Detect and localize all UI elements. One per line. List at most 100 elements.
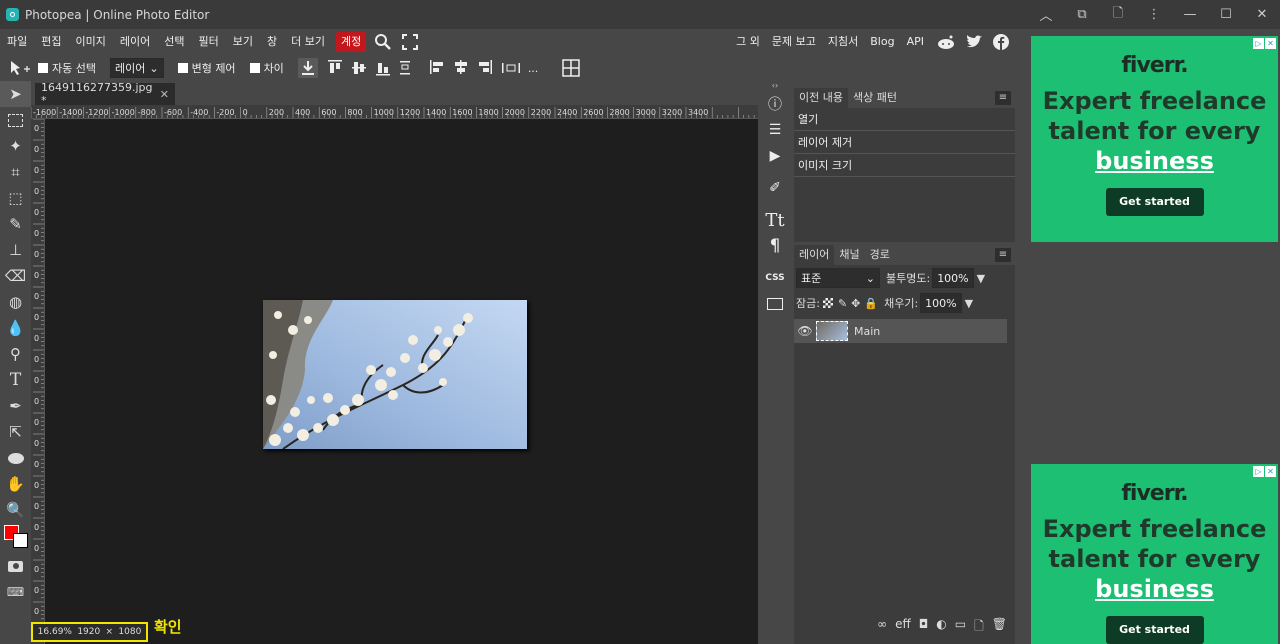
menu-tutorials[interactable]: 지침서	[822, 32, 864, 52]
paint-bucket-icon[interactable]: ◍	[0, 289, 31, 315]
menu-file[interactable]: 파일	[0, 32, 34, 52]
delete-layer-icon[interactable]: 🗑	[992, 617, 1007, 638]
lock-transparency-icon[interactable]	[822, 298, 833, 308]
css-icon[interactable]: CSS	[758, 265, 792, 291]
marquee-tool-icon[interactable]	[0, 107, 31, 133]
info-icon[interactable]: ⓘ	[758, 91, 792, 117]
tab-channels[interactable]: 채널	[834, 245, 864, 265]
ad-info-icon[interactable]: ▷	[1253, 38, 1264, 49]
ad-get-started-button[interactable]: Get started	[1105, 188, 1204, 216]
history-item-delete-layer[interactable]: 레이어 제거	[794, 131, 1015, 154]
history-item-open[interactable]: 열기	[794, 108, 1015, 131]
stamp-tool-icon[interactable]: ⊥	[0, 237, 31, 263]
align-left-icon[interactable]	[429, 60, 444, 76]
ad-close-icon[interactable]: ✕	[1265, 38, 1276, 49]
more-align-options[interactable]: ...	[528, 62, 539, 75]
document-tab[interactable]: 1649116277359.jpg * ✕	[35, 81, 175, 107]
ad-close-icon[interactable]: ✕	[1265, 466, 1276, 477]
quick-mask-icon[interactable]	[0, 553, 31, 579]
search-icon[interactable]	[374, 33, 392, 51]
translate-icon[interactable]: ⧉	[1064, 0, 1100, 29]
lock-move-icon[interactable]: ✥	[851, 297, 860, 310]
text-tool-icon[interactable]: T	[0, 367, 31, 393]
align-bottom-icon[interactable]	[375, 60, 390, 76]
menu-layer[interactable]: 레이어	[113, 32, 157, 52]
fullscreen-icon[interactable]	[402, 34, 419, 50]
facebook-icon[interactable]	[992, 33, 1010, 51]
page-icon[interactable]: 🗋	[1100, 0, 1136, 29]
collapse-arrows-icon[interactable]: ‹›	[758, 81, 792, 91]
history-item-image-size[interactable]: 이미지 크기	[794, 154, 1015, 177]
tab-swatches[interactable]: 색상 패턴	[848, 88, 902, 108]
grid-icon[interactable]	[562, 59, 581, 77]
crop-tool-icon[interactable]: ⌗	[0, 159, 31, 185]
layer-row[interactable]: 👁 Main	[794, 319, 1007, 343]
menu-other[interactable]: 그 외	[730, 32, 766, 52]
minimize-button[interactable]: —	[1172, 0, 1208, 29]
menu-filter[interactable]: 필터	[192, 32, 226, 52]
menu-api[interactable]: API	[901, 32, 930, 52]
account-button[interactable]: 계정	[335, 32, 367, 52]
reddit-icon[interactable]	[936, 34, 956, 50]
menu-view[interactable]: 보기	[226, 32, 260, 52]
close-tab-icon[interactable]: ✕	[160, 88, 169, 101]
menu-edit[interactable]: 편집	[34, 32, 68, 52]
brush-tool-icon[interactable]: ✎	[0, 211, 31, 237]
move-tool-icon[interactable]	[8, 59, 30, 77]
menu-blog[interactable]: Blog	[864, 32, 900, 52]
brush-settings-icon[interactable]: ✐	[758, 175, 792, 201]
chevron-up-icon[interactable]: ︿	[1028, 0, 1064, 29]
zoom-level[interactable]: 16.69%	[38, 627, 72, 637]
align-top-icon[interactable]	[327, 60, 342, 76]
download-icon[interactable]	[297, 58, 318, 78]
panel-menu-icon[interactable]: ≡	[995, 248, 1011, 262]
layer-effects-icon[interactable]: eff	[895, 617, 911, 638]
distribute-icon[interactable]	[399, 60, 410, 76]
keyboard-icon[interactable]: ⌨	[0, 579, 31, 605]
blend-mode-select[interactable]: 표준 ⌄	[796, 268, 880, 288]
menu-window[interactable]: 창	[260, 32, 284, 52]
panel-menu-icon[interactable]: ≡	[995, 91, 1011, 105]
eraser-tool-icon[interactable]: ⌫	[0, 263, 31, 289]
ellipse-tool-icon[interactable]	[0, 445, 31, 471]
align-center-icon[interactable]	[454, 60, 468, 76]
magic-wand-icon[interactable]: ✦	[0, 133, 31, 159]
pen-tool-icon[interactable]: ✒	[0, 393, 31, 419]
new-layer-icon[interactable]: 🗋	[974, 617, 984, 638]
eye-icon[interactable]: 👁	[794, 324, 816, 338]
document-image[interactable]	[263, 300, 527, 449]
move-tool-icon[interactable]: ➤	[0, 81, 31, 107]
ad-get-started-button[interactable]: Get started	[1105, 616, 1204, 644]
transform-controls-checkbox[interactable]: 변형 제어	[177, 60, 236, 76]
background-color[interactable]	[13, 533, 28, 548]
ad-banner[interactable]: ▷ ✕ fiverr. Expert freelance talent for ev…	[1031, 36, 1278, 242]
paragraph-icon[interactable]: ¶	[758, 233, 792, 259]
twitter-icon[interactable]	[964, 34, 984, 50]
hand-tool-icon[interactable]: ✋	[0, 471, 31, 497]
lock-brush-icon[interactable]: ✎	[838, 297, 847, 310]
adjustment-layer-icon[interactable]: ◐	[936, 617, 946, 638]
zoom-tool-icon[interactable]: 🔍	[0, 497, 31, 523]
menu-more[interactable]: 더 보기	[284, 32, 332, 52]
color-swatches[interactable]	[0, 523, 31, 553]
maximize-button[interactable]: ☐	[1208, 0, 1244, 29]
layer-mask-icon[interactable]: ◘	[919, 617, 929, 638]
actions-play-icon[interactable]: ▶	[758, 143, 792, 169]
ad-banner[interactable]: ▷ ✕ fiverr. Expert freelance talent for ev…	[1031, 464, 1278, 644]
menu-select[interactable]: 선택	[157, 32, 191, 52]
new-group-icon[interactable]: ▭	[955, 617, 966, 638]
tab-history[interactable]: 이전 내용	[794, 88, 848, 108]
distribute-h-icon[interactable]	[501, 60, 520, 76]
menu-image[interactable]: 이미지	[69, 32, 113, 52]
fill-field[interactable]: 100%	[920, 293, 962, 313]
link-layers-icon[interactable]: ∞	[877, 617, 887, 638]
align-middle-icon[interactable]	[351, 60, 366, 76]
lock-all-icon[interactable]: 🔒	[864, 297, 878, 310]
distance-checkbox[interactable]: 차이	[249, 60, 284, 76]
menu-report[interactable]: 문제 보고	[766, 32, 822, 52]
image-icon[interactable]	[758, 291, 792, 317]
align-right-icon[interactable]	[478, 60, 492, 76]
tab-layers[interactable]: 레이어	[794, 245, 835, 265]
dodge-tool-icon[interactable]: ⚲	[0, 341, 31, 367]
ad-info-icon[interactable]: ▷	[1253, 466, 1264, 477]
